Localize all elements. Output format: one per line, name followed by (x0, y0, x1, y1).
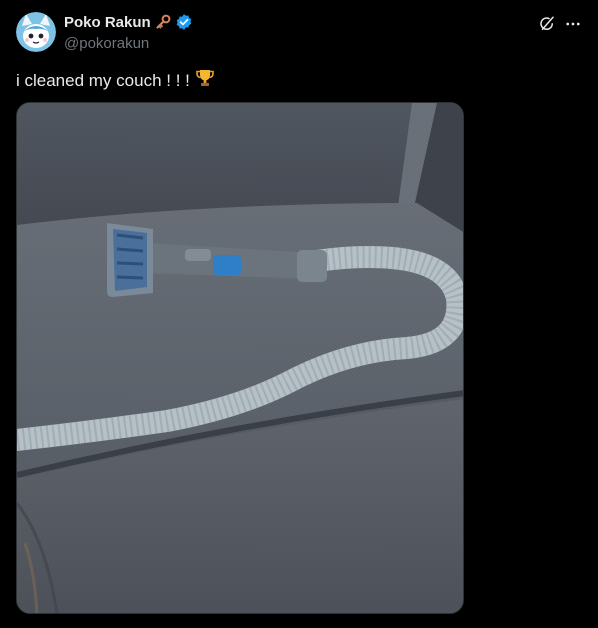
avatar-image (16, 12, 56, 52)
post-text: i cleaned my couch ! ! ! (16, 68, 215, 93)
trophy-icon (195, 68, 215, 93)
grok-icon (540, 16, 554, 31)
post-text-content: i cleaned my couch ! ! ! (16, 70, 190, 90)
couch-vacuum-photo (17, 103, 463, 613)
author-name-row: Poko Rakun (64, 13, 193, 31)
avatar[interactable] (16, 12, 56, 52)
key-icon (154, 13, 172, 31)
author-display-name[interactable]: Poko Rakun (64, 14, 151, 31)
verified-badge-icon[interactable] (175, 13, 193, 31)
post: Poko Rakun @pokorakun i cleaned my couch… (0, 0, 598, 628)
more-icon (566, 22, 580, 26)
grok-button[interactable] (536, 13, 558, 35)
more-button[interactable] (562, 13, 584, 35)
author-handle[interactable]: @pokorakun (64, 35, 149, 52)
post-media-image[interactable] (16, 102, 464, 614)
